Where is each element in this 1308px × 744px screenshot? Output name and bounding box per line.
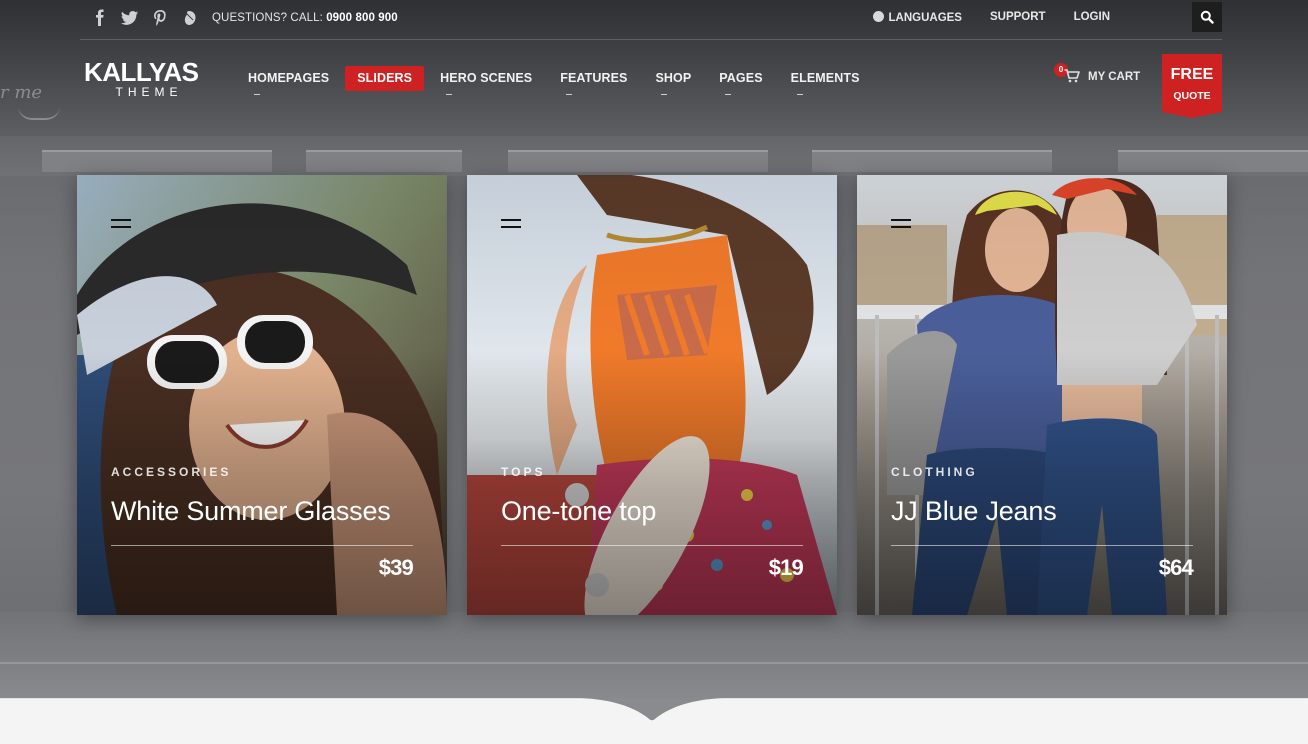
nav-item-pages[interactable]: PAGES: [707, 66, 774, 95]
quote-line-1: FREE: [1170, 66, 1214, 83]
background-box: [1118, 150, 1308, 172]
logo-main-text: KALLYAS: [84, 57, 199, 87]
globe-icon: [872, 11, 884, 22]
background-box: [42, 150, 272, 172]
quote-ribbon-shape: [1162, 54, 1222, 118]
background-floor: [0, 612, 1308, 700]
facebook-icon[interactable]: [90, 9, 110, 27]
product-card[interactable]: CLOTHING JJ Blue Jeans $64: [857, 175, 1227, 615]
contact-phone: QUESTIONS? CALL: 0900 800 900: [212, 12, 398, 24]
logo-sub-text: THEME: [115, 85, 183, 99]
background-script-arrow: [18, 106, 60, 120]
product-title[interactable]: JJ Blue Jeans: [891, 496, 1057, 527]
product-price: $39: [378, 555, 414, 580]
background-box: [508, 150, 768, 172]
nav-item-hero-scenes[interactable]: HERO SCENES: [428, 66, 544, 95]
top-links: LANGUAGES SUPPORT LOGIN: [872, 11, 1110, 24]
pinterest-icon[interactable]: [150, 9, 170, 27]
product-card[interactable]: TOPS One-tone top $19: [467, 175, 837, 615]
product-title[interactable]: One-tone top: [501, 496, 656, 527]
product-category: ACCESSORIES: [111, 465, 232, 479]
card-divider: [501, 545, 803, 546]
questions-label: QUESTIONS? CALL:: [212, 12, 327, 24]
menu-icon[interactable]: [111, 219, 133, 229]
background-floor-line: [0, 662, 1308, 664]
languages-label: LANGUAGES: [888, 12, 962, 24]
nav-item-elements[interactable]: ELEMENTS: [779, 66, 872, 95]
card-divider: [111, 545, 413, 546]
site-logo[interactable]: KALLYAS THEME: [84, 58, 208, 106]
languages-link[interactable]: LANGUAGES: [872, 11, 962, 24]
search-button[interactable]: [1192, 2, 1222, 32]
product-price: $19: [768, 555, 804, 580]
free-quote-button[interactable]: FREE QUOTE: [1162, 54, 1222, 118]
nav-item-features[interactable]: FEATURES: [548, 66, 639, 95]
twitter-icon[interactable]: [120, 9, 140, 27]
support-link[interactable]: SUPPORT: [990, 11, 1046, 24]
background-box: [306, 150, 462, 172]
product-price: $64: [1158, 555, 1194, 580]
search-icon: [1200, 10, 1214, 24]
dribbble-icon[interactable]: [180, 9, 200, 27]
top-bar: QUESTIONS? CALL: 0900 800 900 LANGUAGES …: [80, 0, 1222, 40]
phone-number[interactable]: 0900 800 900: [326, 12, 398, 24]
quote-line-2: QUOTE: [1173, 90, 1211, 102]
nav-item-sliders[interactable]: SLIDERS: [345, 66, 425, 91]
cart-label: MY CART: [1088, 71, 1141, 83]
product-card[interactable]: ACCESSORIES White Summer Glasses $39: [77, 175, 447, 615]
menu-icon[interactable]: [501, 219, 523, 229]
product-category: CLOTHING: [891, 465, 978, 479]
card-gradient: [77, 175, 447, 615]
card-gradient: [467, 175, 837, 615]
nav-item-homepages[interactable]: HOMEPAGES: [236, 66, 341, 95]
menu-icon[interactable]: [891, 219, 913, 229]
card-gradient: [857, 175, 1227, 615]
nav-item-shop[interactable]: SHOP: [643, 66, 703, 95]
cart-icon: [1064, 69, 1080, 83]
background-script-text: r me: [0, 82, 43, 103]
panel-notch: [582, 698, 722, 721]
card-divider: [891, 545, 1193, 546]
background-box: [812, 150, 1052, 172]
main-nav: HOMEPAGES SLIDERS HERO SCENES FEATURES S…: [236, 66, 876, 95]
login-link[interactable]: LOGIN: [1074, 11, 1110, 24]
social-links: [90, 9, 200, 27]
product-category: TOPS: [501, 465, 546, 479]
product-title[interactable]: White Summer Glasses: [111, 496, 391, 527]
